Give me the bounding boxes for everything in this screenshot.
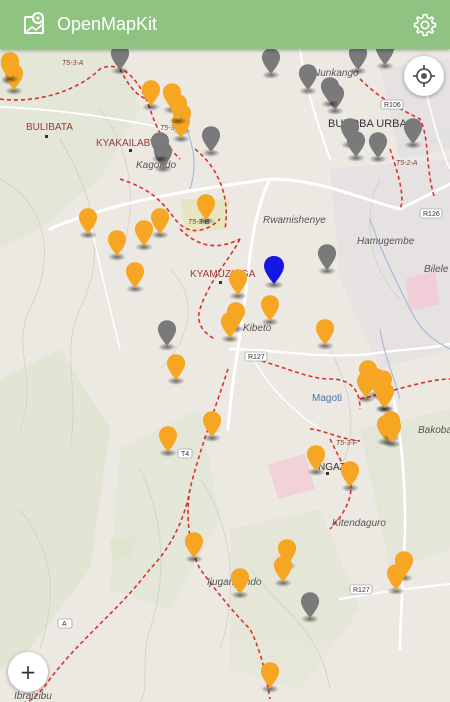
marker-orange[interactable] <box>356 372 376 403</box>
place-label: Bilele <box>424 264 449 275</box>
marker-orange[interactable] <box>273 556 293 587</box>
place-label: BULIBATA <box>26 122 73 133</box>
place-label: Hamugembe <box>357 236 415 247</box>
svg-text:R127: R127 <box>248 354 265 361</box>
place-label: Bakoba <box>418 425 450 436</box>
marker-gray[interactable] <box>201 126 221 157</box>
marker-gray[interactable] <box>346 131 366 162</box>
road-shield: A <box>57 618 73 629</box>
svg-text:A: A <box>62 621 67 628</box>
marker-gray[interactable] <box>317 244 337 275</box>
marker-orange[interactable] <box>386 564 406 595</box>
marker-orange[interactable] <box>230 568 250 599</box>
place-label: Ibraizibu <box>14 691 52 702</box>
marker-orange[interactable] <box>150 208 170 239</box>
marker-selected[interactable] <box>264 256 284 289</box>
road-label: T5-3-A <box>62 60 84 67</box>
marker-orange[interactable] <box>158 426 178 457</box>
marker-orange[interactable] <box>306 445 326 476</box>
locate-button[interactable] <box>404 56 444 96</box>
svg-text:R127: R127 <box>353 587 370 594</box>
road-label: T5-3-F <box>336 440 358 447</box>
marker-orange[interactable] <box>202 411 222 442</box>
gear-icon[interactable] <box>412 12 438 38</box>
svg-text:R126: R126 <box>423 211 440 218</box>
marker-orange[interactable] <box>196 194 216 225</box>
marker-orange[interactable] <box>0 52 20 83</box>
marker-orange[interactable] <box>340 461 360 492</box>
place-label: Rwamishenye <box>263 215 326 226</box>
svg-text:R106: R106 <box>384 102 401 109</box>
marker-orange[interactable] <box>78 208 98 239</box>
marker-orange[interactable] <box>382 417 402 448</box>
marker-orange[interactable] <box>220 312 240 343</box>
marker-orange[interactable] <box>134 220 154 251</box>
place-label: Kitendaguro <box>332 518 386 529</box>
map-pin-icon[interactable] <box>22 11 48 37</box>
marker-orange[interactable] <box>166 354 186 385</box>
road-shield: R106 <box>380 99 404 110</box>
marker-gray[interactable] <box>368 132 388 163</box>
marker-orange[interactable] <box>184 532 204 563</box>
marker-orange[interactable] <box>260 662 280 693</box>
marker-gray[interactable] <box>150 132 170 163</box>
marker-gray[interactable] <box>157 320 177 351</box>
marker-orange[interactable] <box>315 319 335 350</box>
zoom-in-button[interactable]: + <box>8 652 48 692</box>
app-bar: OpenMapKit <box>0 0 450 49</box>
marker-gray[interactable] <box>300 592 320 623</box>
marker-gray[interactable] <box>320 77 340 108</box>
marker-orange[interactable] <box>141 80 161 111</box>
marker-orange[interactable] <box>168 94 188 125</box>
app-title: OpenMapKit <box>57 14 158 34</box>
map-view[interactable]: KYAKAILABWA BULIBATA Kagondo Rwamishenye… <box>0 49 450 702</box>
marker-orange[interactable] <box>260 295 280 326</box>
marker-orange[interactable] <box>107 230 127 261</box>
marker-orange[interactable] <box>171 112 191 143</box>
road-shield: R126 <box>419 208 443 219</box>
svg-text:T4: T4 <box>181 451 189 458</box>
marker-gray[interactable] <box>298 64 318 95</box>
road-shield: R127 <box>349 584 373 595</box>
marker-gray[interactable] <box>403 118 423 149</box>
crosshair-icon <box>413 65 435 87</box>
road-shield: R127 <box>244 351 268 362</box>
marker-orange[interactable] <box>228 269 248 300</box>
road-label: T5-2-A <box>396 160 418 167</box>
marker-orange[interactable] <box>125 262 145 293</box>
marker-gray[interactable] <box>261 49 281 79</box>
place-label: Magoti <box>312 393 342 404</box>
road-shield: T4 <box>177 448 193 459</box>
marker-orange[interactable] <box>375 382 395 413</box>
